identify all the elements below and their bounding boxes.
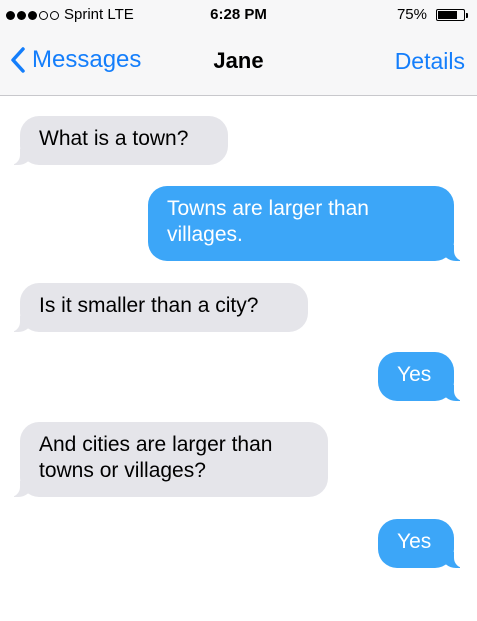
battery-percent: 75% — [396, 6, 427, 23]
status-bar: Sprint LTE 6:28 PM 75% — [0, 0, 477, 32]
message-bubble-outgoing[interactable]: Towns are larger than villages. — [148, 186, 466, 261]
header-area: Sprint LTE 6:28 PM 75% Messages Jane Det… — [0, 0, 477, 96]
message-text: Is it smaller than a city? — [39, 294, 259, 317]
battery-fill — [438, 11, 457, 19]
message-bubble-incoming[interactable]: What is a town? — [8, 116, 228, 165]
messages-screen: Sprint LTE 6:28 PM 75% Messages Jane Det… — [0, 0, 477, 621]
back-button[interactable]: Messages — [10, 46, 141, 74]
back-label: Messages — [32, 46, 142, 73]
message-text: What is a town? — [39, 127, 189, 150]
chevron-left-icon — [11, 47, 25, 73]
message-text: And cities are larger than towns or vill… — [39, 433, 273, 482]
details-button[interactable]: Details — [395, 48, 465, 75]
message-bubble-outgoing[interactable]: Yes — [378, 352, 466, 401]
message-bubble-outgoing[interactable]: Yes — [378, 519, 466, 568]
message-text: Yes — [397, 530, 432, 553]
message-bubble-incoming[interactable]: And cities are larger than towns or vill… — [8, 422, 328, 497]
message-text: Towns are larger than villages. — [167, 197, 369, 246]
battery-icon — [436, 9, 465, 21]
message-bubble-incoming[interactable]: Is it smaller than a city? — [8, 283, 308, 332]
nav-bar: Messages Jane Details — [0, 32, 477, 94]
battery-tip — [466, 13, 468, 18]
message-text: Yes — [397, 363, 432, 386]
